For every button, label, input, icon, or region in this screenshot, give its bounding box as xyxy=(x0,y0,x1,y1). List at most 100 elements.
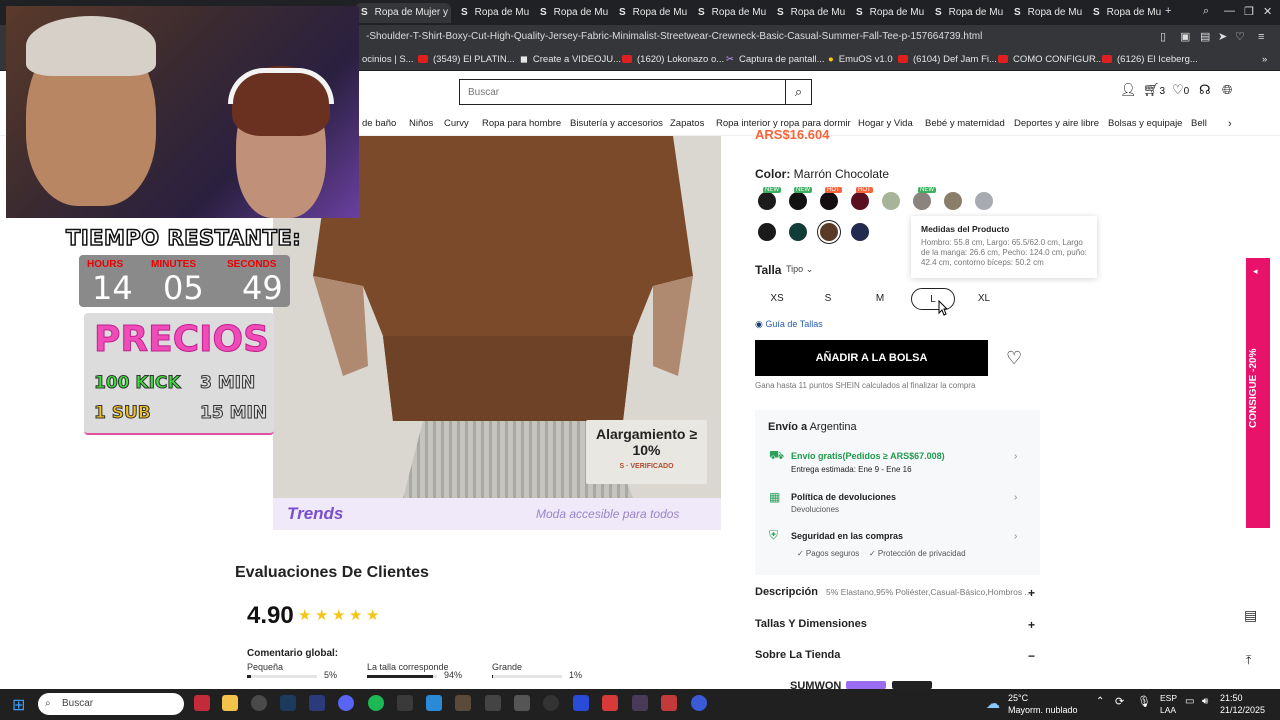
tab[interactable]: S Ropa de Mu xyxy=(534,3,610,23)
sizes-accordion[interactable]: Tallas Y Dimensiones + xyxy=(755,618,1035,632)
nav-item[interactable]: de baño xyxy=(362,118,396,129)
more-bookmarks-icon[interactable]: » xyxy=(1262,49,1267,71)
tab[interactable]: S Ropa de Mu xyxy=(613,3,689,23)
taskbar-search[interactable]: ⌕ Buscar xyxy=(38,693,184,715)
notepad-icon[interactable] xyxy=(426,695,442,711)
heart-icon[interactable]: ♡ xyxy=(1235,25,1245,49)
color-swatch[interactable] xyxy=(789,192,807,210)
size-s[interactable]: S xyxy=(806,288,850,310)
color-swatch[interactable] xyxy=(882,192,900,210)
lang-secondary[interactable]: LAA xyxy=(1160,705,1176,715)
ship-to[interactable]: Envío a Argentina xyxy=(768,421,857,433)
mic-icon[interactable]: 🎙︎ xyxy=(1137,695,1151,708)
free-shipping[interactable]: Envío gratis(Pedidos ≥ ARS$67.008) xyxy=(791,451,945,461)
description-accordion[interactable]: Descripción 5% Elastano,95% Poliéster,Ca… xyxy=(755,586,1035,600)
bookmark-item[interactable]: ● EmuOS v1.0 xyxy=(828,49,893,71)
minimize-icon[interactable]: — xyxy=(1224,5,1235,17)
color-swatch[interactable] xyxy=(851,192,869,210)
app-icon[interactable] xyxy=(691,695,707,711)
tab[interactable]: S Ropa de Mu xyxy=(1087,3,1163,23)
bookmark-item[interactable]: (1620) Lokonazo o... xyxy=(622,49,724,71)
size-l[interactable]: L xyxy=(911,288,955,310)
tab[interactable]: S Ropa de Mu xyxy=(850,3,926,23)
share-icon[interactable]: ➤ xyxy=(1218,25,1227,49)
lang-primary[interactable]: ESP xyxy=(1160,693,1177,703)
tray-chevron-icon[interactable]: ⌃ xyxy=(1096,696,1104,707)
discord-icon[interactable] xyxy=(338,695,354,711)
app-icon[interactable] xyxy=(397,695,413,711)
volume-icon[interactable]: 🔊︎ xyxy=(1202,696,1208,707)
sync-icon[interactable]: ⟳ xyxy=(1115,695,1124,708)
bookmark-item[interactable]: (3549) El PLATIN... xyxy=(418,49,515,71)
color-swatch[interactable] xyxy=(944,192,962,210)
chevron-right-icon[interactable]: › xyxy=(1014,492,1017,503)
add-to-bag-button[interactable]: AÑADIR A LA BOLSA xyxy=(755,340,988,376)
bookmark-item[interactable]: ocinios | S... xyxy=(362,49,414,71)
weather-desc[interactable]: Mayorm. nublado xyxy=(1008,705,1078,715)
nav-item[interactable]: Bell xyxy=(1191,118,1207,129)
cart-icon[interactable]: 🛒︎3 xyxy=(1143,82,1165,98)
color-swatch[interactable] xyxy=(913,192,931,210)
back-to-top-icon[interactable]: ⤒ xyxy=(1246,653,1251,668)
wishlist-heart-icon[interactable]: ♡ xyxy=(1006,348,1022,369)
promo-side-tab[interactable]: ◂ CONSIGUE -20% xyxy=(1246,258,1270,528)
close-icon[interactable]: ✕ xyxy=(1263,5,1272,18)
color-swatch[interactable] xyxy=(820,192,838,210)
support-icon[interactable]: ☊ xyxy=(1199,82,1211,98)
menu-icon[interactable]: ≡ xyxy=(1258,25,1264,49)
bookmark-item[interactable]: ◼ Create a VIDEOJU... xyxy=(520,49,621,71)
new-tab-icon[interactable]: + xyxy=(1165,5,1171,17)
car-icon[interactable] xyxy=(514,695,530,711)
bitwarden-icon[interactable] xyxy=(573,695,589,711)
color-swatch[interactable] xyxy=(851,223,869,241)
spotify-icon[interactable] xyxy=(368,695,384,711)
returns-title[interactable]: Política de devoluciones xyxy=(791,492,896,502)
color-swatch[interactable] xyxy=(975,192,993,210)
chevron-right-icon[interactable]: › xyxy=(1014,531,1017,542)
wishlist-icon[interactable]: ♡0 xyxy=(1172,82,1189,98)
tab[interactable]: S Ropa de Mu xyxy=(1008,3,1084,23)
trends-banner[interactable]: Trends Moda accesible para todos xyxy=(273,498,721,530)
size-guide-link[interactable]: ◉ Guía de Tallas xyxy=(755,319,823,330)
bookmark-icon[interactable]: ▯ xyxy=(1160,25,1166,49)
app-icon[interactable] xyxy=(309,695,325,711)
bookmark-item[interactable]: ✂ Captura de pantall... xyxy=(726,49,825,71)
pip-icon[interactable]: ▤ xyxy=(1200,25,1210,49)
nav-item[interactable]: Ropa para hombre xyxy=(482,118,561,129)
store-accordion[interactable]: Sobre La Tienda − xyxy=(755,649,1035,663)
maximize-icon[interactable]: ❐ xyxy=(1244,5,1254,18)
screenshot-icon[interactable]: ▣ xyxy=(1180,25,1190,49)
bookmark-item[interactable]: (6104) Def Jam Fi... xyxy=(898,49,997,71)
app-icon[interactable] xyxy=(602,695,618,711)
nav-item[interactable]: Bolsas y equipaje xyxy=(1108,118,1182,129)
app-icon[interactable] xyxy=(251,695,267,711)
tab[interactable]: S Ropa de Mu xyxy=(455,3,531,23)
globe-icon[interactable]: 🌐︎ xyxy=(1222,82,1232,98)
size-xs[interactable]: XS xyxy=(755,288,799,310)
weather-temp[interactable]: 25°C xyxy=(1008,693,1028,703)
nav-item[interactable]: Bebé y maternidad xyxy=(925,118,1005,129)
tab[interactable]: S Ropa de Mu xyxy=(771,3,847,23)
color-swatch[interactable] xyxy=(789,223,807,241)
chevron-right-icon[interactable]: › xyxy=(1014,451,1017,462)
clock-time[interactable]: 21:50 xyxy=(1220,693,1243,703)
bookmark-item[interactable]: (6126) El Iceberg... xyxy=(1102,49,1198,71)
windows-start-icon[interactable]: ⊞ xyxy=(12,695,25,715)
color-swatch[interactable] xyxy=(820,223,838,241)
folder-icon[interactable] xyxy=(222,695,238,711)
network-icon[interactable]: ▭ xyxy=(1185,696,1194,707)
nav-next-icon[interactable]: › xyxy=(1228,118,1232,130)
size-type-dropdown[interactable]: Tipo ⌄ xyxy=(786,264,813,275)
nav-item[interactable]: Niños xyxy=(409,118,433,129)
tab[interactable]: S Ropa de Mu xyxy=(929,3,1005,23)
tab[interactable]: S Ropa de Mu xyxy=(692,3,768,23)
search-button[interactable]: ⌕ xyxy=(785,79,812,105)
app-icon[interactable] xyxy=(455,695,471,711)
nav-item[interactable]: Hogar y Vida xyxy=(858,118,913,129)
nav-item[interactable]: Deportes y aire libre xyxy=(1014,118,1099,129)
steam-icon[interactable] xyxy=(280,695,296,711)
search-tabs-icon[interactable]: ⌕ xyxy=(1203,5,1209,18)
opera-icon[interactable] xyxy=(194,695,210,711)
search-input[interactable] xyxy=(459,79,786,105)
app-icon[interactable] xyxy=(632,695,648,711)
